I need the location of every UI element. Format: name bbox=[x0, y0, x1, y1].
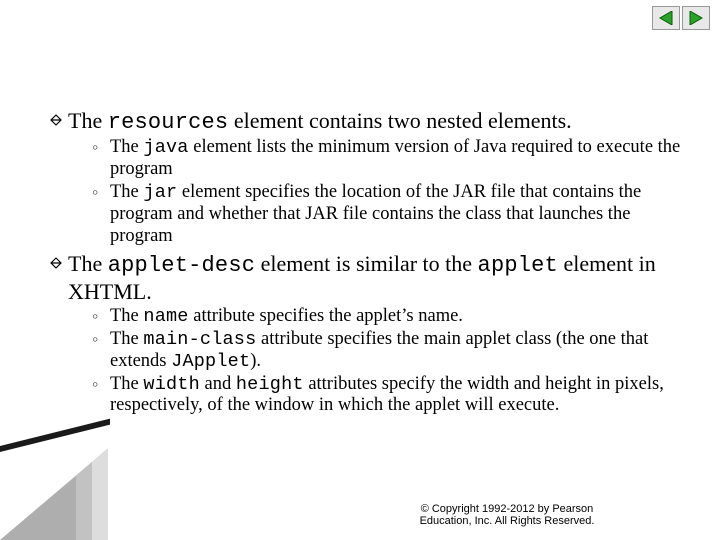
corner-accent-icon bbox=[0, 440, 115, 540]
next-button[interactable] bbox=[682, 6, 710, 30]
copyright-line1: © Copyright 1992-2012 by Pearson bbox=[421, 503, 594, 515]
main-bullet-item: The resources element contains two neste… bbox=[44, 108, 686, 135]
content-body: The resources element contains two neste… bbox=[44, 108, 686, 421]
main-bullet-marker bbox=[44, 251, 68, 269]
main-bullet-icon bbox=[50, 257, 62, 269]
sub-bullet-text: The main-class attribute specifies the m… bbox=[110, 329, 686, 373]
sub-bullet-item: ◦The java element lists the minimum vers… bbox=[92, 137, 686, 181]
triangle-left-icon bbox=[658, 11, 674, 25]
prev-button[interactable] bbox=[652, 6, 680, 30]
triangle-right-icon bbox=[688, 11, 704, 25]
sub-bullet-list: ◦The java element lists the minimum vers… bbox=[92, 137, 686, 247]
main-bullet-icon bbox=[50, 114, 62, 126]
main-bullet-text: The applet-desc element is similar to th… bbox=[68, 251, 686, 304]
sub-bullet-marker: ◦ bbox=[92, 329, 110, 351]
sub-bullet-item: ◦The jar element specifies the location … bbox=[92, 182, 686, 247]
sub-bullet-text: The jar element specifies the location o… bbox=[110, 182, 686, 247]
copyright-line2: Education, Inc. All Rights Reserved. bbox=[420, 515, 595, 527]
sub-bullet-text: The name attribute specifies the applet’… bbox=[110, 306, 686, 328]
sub-bullet-text: The width and height attributes specify … bbox=[110, 374, 686, 418]
sub-bullet-item: ◦The name attribute specifies the applet… bbox=[92, 306, 686, 328]
sub-bullet-list: ◦The name attribute specifies the applet… bbox=[92, 306, 686, 417]
sub-bullet-item: ◦The width and height attributes specify… bbox=[92, 374, 686, 418]
sub-bullet-marker: ◦ bbox=[92, 182, 110, 204]
sub-bullet-marker: ◦ bbox=[92, 306, 110, 328]
slide: The resources element contains two neste… bbox=[0, 0, 720, 540]
sub-bullet-marker: ◦ bbox=[92, 137, 110, 159]
main-bullet-item: The applet-desc element is similar to th… bbox=[44, 251, 686, 304]
sub-bullet-item: ◦The main-class attribute specifies the … bbox=[92, 329, 686, 373]
sub-bullet-text: The java element lists the minimum versi… bbox=[110, 137, 686, 181]
main-bullet-marker bbox=[44, 108, 68, 126]
main-bullet-text: The resources element contains two neste… bbox=[68, 108, 572, 135]
nav-buttons bbox=[652, 6, 710, 30]
copyright-notice: © Copyright 1992-2012 by Pearson Educati… bbox=[372, 503, 642, 528]
sub-bullet-marker: ◦ bbox=[92, 374, 110, 396]
